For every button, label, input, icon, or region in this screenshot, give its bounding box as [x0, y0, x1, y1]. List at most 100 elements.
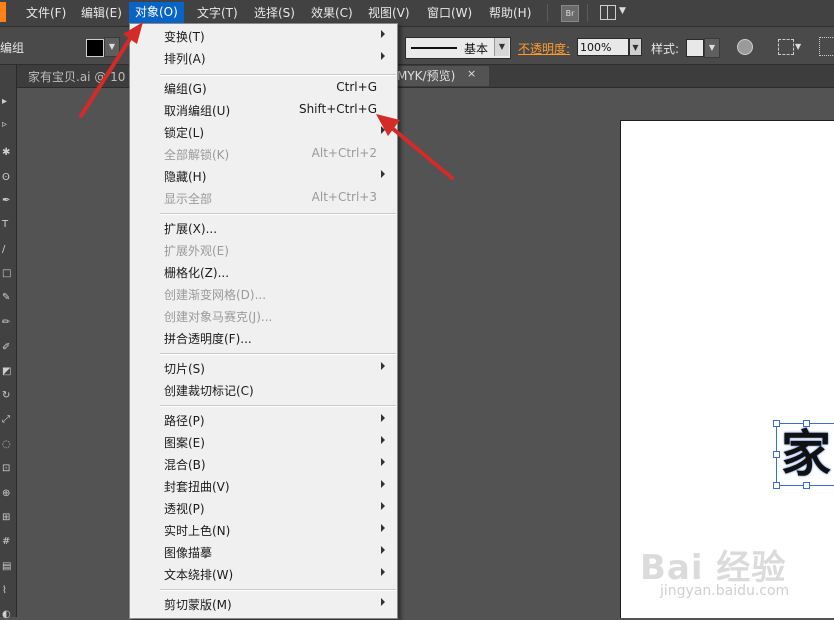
menu-item-lock[interactable]: 锁定(L)	[130, 121, 397, 143]
menu-item-live-paint[interactable]: 实时上色(N)	[130, 519, 397, 541]
menu-item-create-gradient-mesh: 创建渐变网格(D)...	[130, 283, 397, 305]
menu-item-create-object-mosaic: 创建对象马赛克(J)...	[130, 305, 397, 327]
gradient-tool-icon[interactable]: ▤	[2, 562, 13, 572]
menu-item-shortcut: Shift+Ctrl+G	[298, 102, 377, 116]
resize-handle[interactable]	[773, 451, 780, 458]
menu-item-envelope-distort[interactable]: 封套扭曲(V)	[130, 475, 397, 497]
eraser-tool-icon[interactable]: ◩	[2, 367, 13, 377]
menu-type[interactable]: 文字(T)	[195, 5, 240, 21]
menu-select[interactable]: 选择(S)	[252, 5, 297, 21]
close-icon[interactable]: ×	[467, 67, 476, 80]
blob-brush-tool-icon[interactable]: ✐	[2, 343, 13, 353]
stroke-preview	[411, 47, 457, 49]
chevron-down-icon[interactable]: ▼	[704, 38, 720, 58]
submenu-arrow-icon	[381, 362, 385, 370]
menu-item-text-wrap[interactable]: 文本绕排(W)	[130, 563, 397, 585]
warp-tool-icon[interactable]: ◌	[2, 440, 13, 450]
menu-item-rasterize[interactable]: 栅格化(Z)...	[130, 261, 397, 283]
selection-type-label: 编组	[0, 41, 25, 55]
workspace-layout-icon[interactable]	[600, 5, 616, 20]
menu-item-ungroup[interactable]: 取消编组(U) Shift+Ctrl+G	[130, 99, 397, 121]
free-transform-tool-icon[interactable]: ⊡	[2, 464, 13, 474]
resize-handle[interactable]	[803, 482, 810, 489]
chevron-down-icon[interactable]: ▼	[619, 6, 626, 16]
rectangle-tool-icon[interactable]: □	[2, 269, 13, 279]
menu-item-perspective[interactable]: 透视(P)	[130, 497, 397, 519]
chevron-down-icon[interactable]: ▼	[795, 42, 801, 51]
menu-item-label: 透视(P)	[164, 502, 205, 516]
chevron-down-icon[interactable]: ▼	[629, 38, 642, 56]
menu-item-hide[interactable]: 隐藏(H)	[130, 165, 397, 187]
menu-item-label: 取消编组(U)	[164, 104, 231, 118]
menu-view[interactable]: 视图(V)	[366, 5, 412, 21]
menu-item-flatten-transparency[interactable]: 拼合透明度(F)...	[130, 327, 397, 349]
menu-item-label: 排列(A)	[164, 52, 206, 66]
chevron-down-icon[interactable]: ▼	[494, 38, 509, 56]
menu-item-create-trim-marks[interactable]: 创建裁切标记(C)	[130, 379, 397, 401]
resize-handle[interactable]	[773, 420, 780, 427]
menu-item-group[interactable]: 编组(G) Ctrl+G	[130, 77, 397, 99]
submenu-arrow-icon	[381, 30, 385, 38]
menu-item-transform[interactable]: 变换(T)	[130, 25, 397, 47]
menu-help[interactable]: 帮助(H)	[487, 5, 533, 21]
menu-item-arrange[interactable]: 排列(A)	[130, 47, 397, 69]
selected-text-object[interactable]: 家	[781, 425, 831, 483]
stroke-style-label: 基本	[464, 42, 489, 56]
paintbrush-tool-icon[interactable]: ✎	[2, 293, 13, 303]
menu-item-label: 封套扭曲(V)	[164, 480, 230, 494]
type-tool-icon[interactable]: T	[2, 220, 13, 230]
menu-item-slice[interactable]: 切片(S)	[130, 357, 397, 379]
resize-handle[interactable]	[773, 482, 780, 489]
menu-item-image-trace[interactable]: 图像描摹	[130, 541, 397, 563]
menu-item-label: 切片(S)	[164, 362, 205, 376]
lasso-tool-icon[interactable]: ʘ	[2, 173, 13, 183]
rotate-tool-icon[interactable]: ↻	[2, 391, 13, 401]
menu-separator	[160, 589, 396, 591]
selection-tool-icon[interactable]: ▸	[2, 97, 13, 107]
menu-window[interactable]: 窗口(W)	[425, 5, 474, 21]
submenu-arrow-icon	[381, 546, 385, 554]
annotation-arrow-icon	[79, 22, 143, 118]
menu-effect[interactable]: 效果(C)	[309, 5, 355, 21]
submenu-arrow-icon	[381, 414, 385, 422]
menu-item-label: 创建渐变网格(D)...	[164, 288, 267, 302]
menu-item-label: 创建对象马赛克(J)...	[164, 310, 273, 324]
menu-item-clipping-mask[interactable]: 剪切蒙版(M)	[130, 593, 397, 615]
menu-item-blend[interactable]: 混合(B)	[130, 453, 397, 475]
menu-item-label: 扩展(X)...	[164, 222, 218, 236]
transform-icon[interactable]	[819, 37, 834, 56]
perspective-grid-tool-icon[interactable]: ⊞	[2, 513, 13, 523]
menu-file[interactable]: 文件(F)	[24, 5, 68, 21]
menu-item-pattern[interactable]: 图案(E)	[130, 431, 397, 453]
opacity-label[interactable]: 不透明度:	[518, 40, 570, 57]
menu-item-expand[interactable]: 扩展(X)...	[130, 217, 397, 239]
mesh-tool-icon[interactable]: #	[2, 537, 13, 547]
blend-tool-icon[interactable]: ◐	[2, 610, 13, 620]
menu-edit[interactable]: 编辑(E)	[79, 5, 124, 21]
scale-tool-icon[interactable]: ⤢	[2, 415, 13, 425]
graphic-style-swatch[interactable]	[686, 39, 704, 57]
watermark-url: jingyan.baidu.com	[660, 583, 790, 599]
recolor-artwork-icon[interactable]	[737, 39, 753, 55]
pencil-tool-icon[interactable]: ✏	[2, 318, 13, 328]
align-icon[interactable]	[778, 39, 794, 55]
menu-item-path[interactable]: 路径(P)	[130, 409, 397, 431]
submenu-arrow-icon	[381, 480, 385, 488]
shape-builder-tool-icon[interactable]: ⊕	[2, 489, 13, 499]
bridge-button[interactable]: Br	[561, 5, 579, 22]
menu-separator	[160, 353, 396, 355]
menu-item-label: 栅格化(Z)...	[164, 266, 230, 280]
menu-item-expand-appearance: 扩展外观(E)	[130, 239, 397, 261]
magic-wand-tool-icon[interactable]: ✱	[2, 148, 13, 158]
menubar-divider	[587, 4, 588, 22]
menu-item-label: 文本绕排(W)	[164, 568, 234, 582]
pen-tool-icon[interactable]: ✒	[2, 196, 13, 206]
menu-item-label: 扩展外观(E)	[164, 244, 229, 258]
menu-item-label: 实时上色(N)	[164, 524, 231, 538]
eyedropper-tool-icon[interactable]: ⌇	[2, 586, 13, 596]
resize-handle[interactable]	[803, 420, 810, 427]
opacity-input[interactable]: 100%	[577, 38, 629, 56]
direct-selection-tool-icon[interactable]: ▹	[2, 120, 13, 130]
line-tool-icon[interactable]: /	[2, 245, 13, 255]
tools-panel: ▸ ▹ ✱ ʘ ✒ T / □ ✎ ✏ ✐ ◩ ↻ ⤢ ◌ ⊡ ⊕ ⊞ # ▤ …	[0, 65, 17, 620]
